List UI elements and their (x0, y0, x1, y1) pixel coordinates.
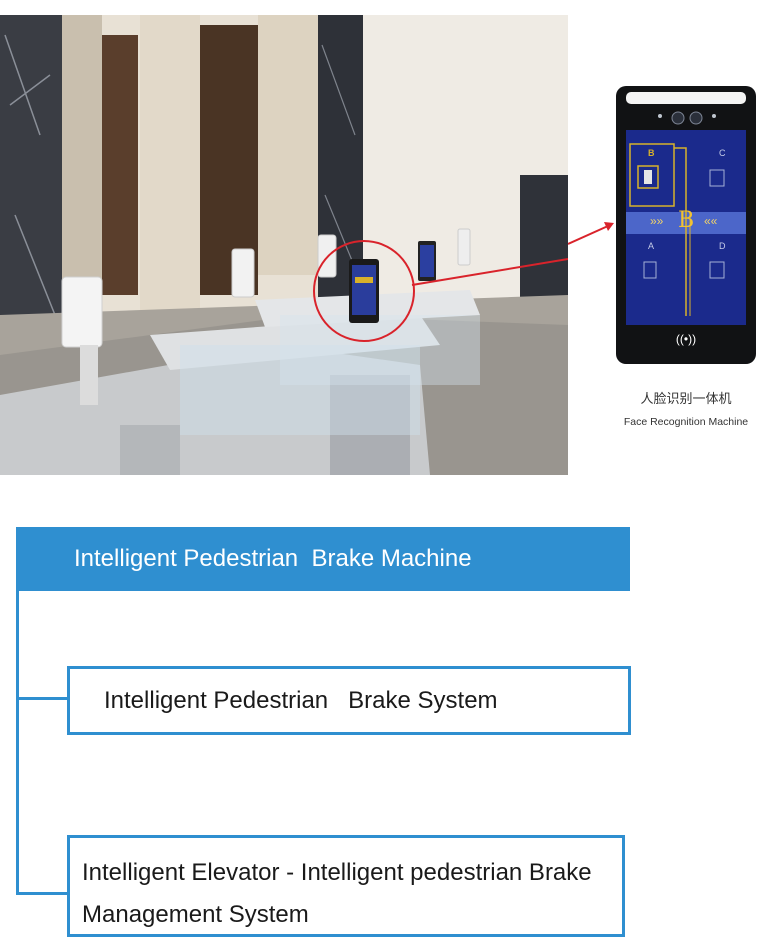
device-floor-label-d: D (719, 241, 726, 251)
device-caption-chinese: 人脸识别一体机 (640, 392, 732, 407)
device-banner-letter: B (678, 208, 695, 233)
device-caption-english: Face Recognition Machine (623, 416, 749, 428)
device-banner-arrows-left: »» (650, 214, 664, 228)
tree-branch-line-1 (16, 697, 67, 700)
diagram-root-node: Intelligent Pedestrian Brake Machine (16, 527, 630, 591)
tree-branch-line-2 (16, 892, 67, 895)
lobby-illustration (0, 15, 568, 475)
diagram-child-node-2: Intelligent Elevator - Intelligent pedes… (67, 835, 625, 937)
nfc-icon: ((•)) (675, 332, 697, 346)
device-banner-arrows-right: «« (704, 214, 718, 228)
device-floor-label-c: C (719, 148, 726, 158)
device-floor-label-a: A (648, 241, 655, 251)
diagram-child-node-1: Intelligent Pedestrian Brake System (67, 666, 631, 735)
face-recognition-device: B C A D »» B «« ((•)) (616, 86, 756, 364)
device-floor-label-b: B (648, 148, 655, 158)
tree-trunk-line (16, 591, 19, 895)
lobby-photo (0, 15, 568, 475)
pointer-arrow (568, 222, 614, 245)
